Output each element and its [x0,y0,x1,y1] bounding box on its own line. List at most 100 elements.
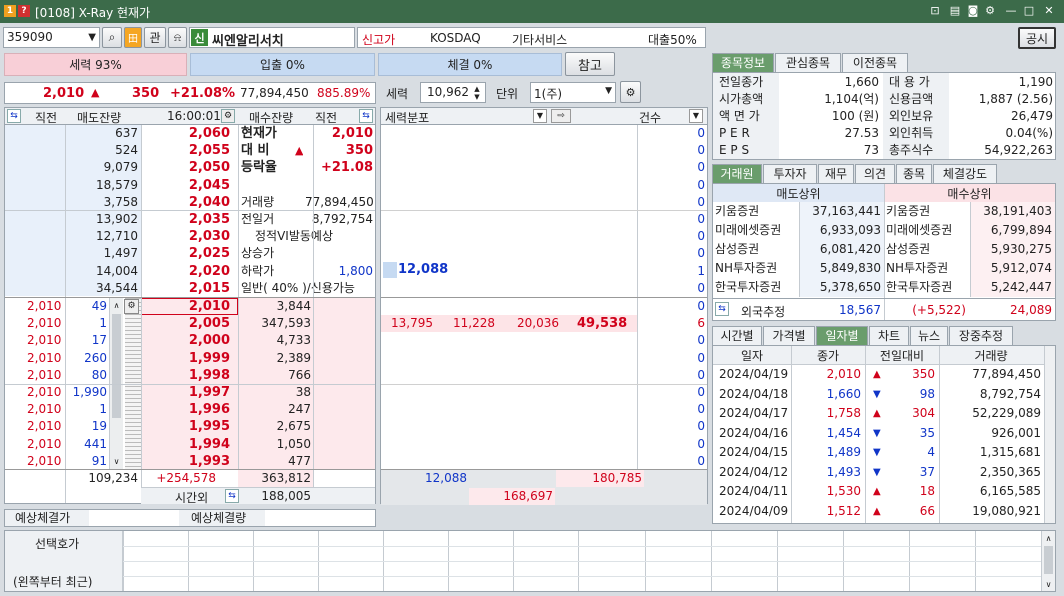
close-icon[interactable]: ✕ [1042,4,1056,18]
ask-qty[interactable]: 3,758 [67,194,138,211]
bid-qty[interactable]: 38 [239,384,311,401]
gear-icon[interactable]: ⚙ [124,299,139,314]
ask-qty[interactable]: 637 [67,125,138,142]
ask-price[interactable]: 2,055 [142,142,230,159]
bid-qty[interactable]: 2,389 [239,350,311,367]
ask-price[interactable]: 2,045 [142,177,230,194]
bell-icon[interactable]: ⍾ [168,27,187,48]
ask-qty[interactable]: 524 [67,142,138,159]
search-icon[interactable]: ⌕ [102,27,122,48]
swap-icon[interactable]: ⇆ [225,489,239,503]
tab-stock-info[interactable]: 종목정보 [712,53,774,72]
buy-broker-name[interactable]: 미래에셋증권 [886,222,970,239]
bid-qty[interactable]: 347,593 [239,315,311,332]
ask-qty[interactable]: 34,544 [67,280,138,297]
bid-price[interactable]: 1,996 [142,401,230,418]
bid-qty[interactable]: 247 [239,401,311,418]
chevron-down-icon[interactable]: ▼ [88,28,96,47]
ask-price[interactable]: 2,040 [142,194,230,211]
bid-price[interactable]: 1,998 [142,367,230,384]
ask-price[interactable]: 2,060 [142,125,230,142]
tab-opinion[interactable]: 의견 [855,164,895,183]
scroll-thumb[interactable] [112,314,121,418]
daily-date[interactable]: 2024/04/19 [719,366,791,383]
bid-price[interactable]: 1,999 [142,350,230,367]
seryeok-input[interactable]: 10,962 ▲ ▼ [420,82,486,103]
buy-broker-name[interactable]: 한국투자증권 [886,279,970,296]
help-icon[interactable]: ? [18,5,30,17]
tab-news[interactable]: 뉴스 [910,326,948,345]
ask-price[interactable]: 2,015 [142,280,230,297]
ask-qty[interactable]: 9,079 [67,159,138,176]
stock-code-input[interactable]: 359090 ▼ [3,27,100,48]
bid-qty[interactable]: 2,675 [239,418,311,435]
camera-icon[interactable]: ◙ [966,4,980,18]
bid-price[interactable]: 1,994 [142,436,230,453]
scroll-thumb[interactable] [1044,546,1053,574]
sell-broker-name[interactable]: 한국투자증권 [715,279,799,296]
ask-qty[interactable]: 1,497 [67,245,138,262]
swap-icon[interactable]: ⇆ [715,302,729,316]
bid-qty[interactable]: 4,733 [239,332,311,349]
chevron-down-icon[interactable]: ▼ [689,109,703,123]
spinner-icon[interactable]: ▲ ▼ [470,84,484,101]
sell-broker-name[interactable]: NH투자증권 [715,260,799,277]
bottom-scrollbar[interactable]: ∧ ∨ [1041,531,1055,591]
reference-button[interactable]: 참고 [565,52,615,76]
tab-previous-stock[interactable]: 이전종목 [842,53,908,72]
daily-date[interactable]: 2024/04/11 [719,483,791,500]
minimize-icon[interactable]: — [1004,4,1018,18]
sell-broker-name[interactable]: 키움증권 [715,203,799,220]
bid-qty[interactable]: 477 [239,453,311,470]
tab-by-price[interactable]: 가격별 [763,326,815,345]
ask-price[interactable]: 2,050 [142,159,230,176]
daily-date[interactable]: 2024/04/12 [719,464,791,481]
scroll-up-icon[interactable]: ∧ [1042,531,1055,545]
daily-date[interactable]: 2024/04/18 [719,386,791,403]
memo-icon[interactable]: ▤ [948,4,962,18]
swap-icon[interactable]: ⇆ [7,109,21,123]
bid-qty[interactable]: 766 [239,367,311,384]
tab-chart[interactable]: 차트 [869,326,909,345]
calendar-icon[interactable]: 田 [124,27,142,48]
gwan-button[interactable]: 관 [144,27,166,48]
ask-price[interactable]: 2,035 [142,211,230,228]
bid-price[interactable]: 2,005 [142,315,230,332]
tab-finance[interactable]: 재무 [818,164,854,183]
daily-date[interactable]: 2024/04/15 [719,444,791,461]
chevron-down-icon[interactable]: ▼ [533,109,547,123]
gear-icon[interactable]: ⚙ [983,4,997,18]
scroll-down-icon[interactable]: ∨ [110,454,123,468]
sell-broker-name[interactable]: 미래에셋증권 [715,222,799,239]
gear-icon[interactable]: ⚙ [620,81,641,103]
sell-broker-name[interactable]: 삼성증권 [715,241,799,258]
scroll-up-icon[interactable]: ∧ [110,298,123,312]
bid-qty[interactable]: 1,050 [239,436,311,453]
ask-qty[interactable]: 18,579 [67,177,138,194]
ask-qty[interactable]: 14,004 [67,263,138,280]
buy-broker-name[interactable]: NH투자증권 [886,260,970,277]
bid-price[interactable]: 1,997 [142,384,230,401]
bid-qty[interactable]: 3,844 [239,298,311,315]
scroll-down-icon[interactable]: ∨ [1042,577,1055,591]
ask-qty[interactable]: 12,710 [67,228,138,245]
tab-by-date[interactable]: 일자별 [816,326,868,345]
ask-qty[interactable]: 13,902 [67,211,138,228]
link-icon[interactable]: ⊡ [928,4,942,18]
maximize-icon[interactable]: □ [1022,4,1036,18]
daily-date[interactable]: 2024/04/09 [719,503,791,520]
daily-date[interactable]: 2024/04/17 [719,405,791,422]
ask-price[interactable]: 2,025 [142,245,230,262]
tab-by-time[interactable]: 시간별 [712,326,762,345]
tab-broker[interactable]: 거래원 [712,164,762,183]
bid-price[interactable]: 1,993 [142,453,230,470]
buy-broker-name[interactable]: 삼성증권 [886,241,970,258]
swap-icon[interactable]: ⇆ [359,109,373,123]
ask-price[interactable]: 2,030 [142,228,230,245]
unit-select[interactable]: 1(주) ▼ [530,82,616,103]
bid-price[interactable]: 2,000 [142,332,230,349]
daily-scrollbar[interactable] [1044,346,1055,523]
gear-icon[interactable]: ⚙ [221,109,235,123]
tab-execution-strength[interactable]: 체결강도 [933,164,997,183]
arrow-right-icon[interactable]: ⇨ [551,109,571,123]
